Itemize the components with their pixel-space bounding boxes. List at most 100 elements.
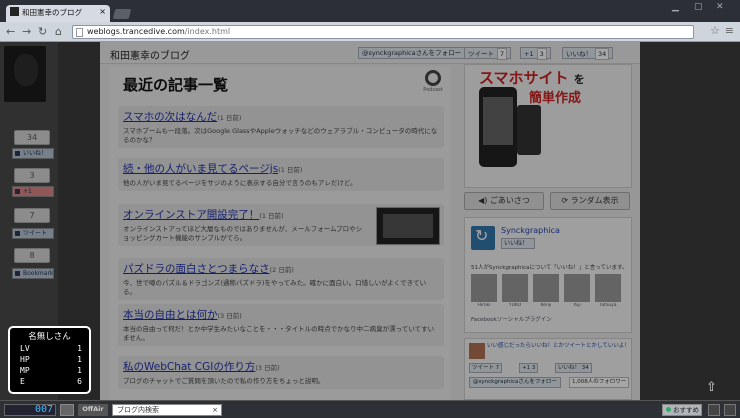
post-title-link[interactable]: オンラインストア開設完了！ xyxy=(123,209,259,221)
ad-line2: 簡単作成 xyxy=(529,91,582,106)
wrench-menu-icon[interactable]: ≡ xyxy=(725,24,734,37)
post-summary: 今、世で噂のパズル＆ドラゴンズ(通称パズドラ)をやってみた。確かに面白い。口惜し… xyxy=(123,279,427,296)
like-button[interactable]: いいね！ xyxy=(12,148,54,159)
friend-name: Yuji xyxy=(573,303,581,308)
stat-key: E xyxy=(20,377,25,386)
stat-row: HP 1 xyxy=(20,355,82,364)
address-bar[interactable]: weblogs.trancedive.com/index.html xyxy=(72,25,694,39)
bottom-status-bar: 007 OffAir ブログ内検索 × おすすめ xyxy=(0,400,740,418)
friend-name: YUKO xyxy=(508,303,522,308)
tab-bar: 和田憲幸のブログ × ▁ ▢ ✕ xyxy=(0,0,740,22)
new-tab-button[interactable] xyxy=(112,9,132,19)
speaker-icon: ◀) xyxy=(478,196,488,205)
recommend-button[interactable]: おすすめ xyxy=(662,404,702,416)
podcast-icon[interactable]: Podcast xyxy=(415,70,451,94)
offair-button[interactable]: OffAir xyxy=(78,404,108,416)
friend-avatar[interactable] xyxy=(502,274,528,302)
share-like-count: 34 xyxy=(581,365,589,371)
header-like-label: いいね！ xyxy=(566,50,592,58)
home-icon[interactable]: ⌂ xyxy=(55,25,62,38)
facebook-like-box: Synckgraphica いいね！ 51人がSynckgraphicaについて… xyxy=(464,217,632,333)
header-tweet-button[interactable]: ツイート 7 xyxy=(464,47,512,60)
fb-like-button[interactable]: いいね！ xyxy=(501,238,535,249)
bookmark-count: 8 xyxy=(14,248,50,263)
post-thumbnail[interactable] xyxy=(376,207,440,245)
plusone-button[interactable]: +1 xyxy=(12,186,54,197)
friend-avatar[interactable] xyxy=(564,274,590,302)
post-title-link[interactable]: パズドラの面白さとつまらなさ xyxy=(123,263,270,275)
site-title[interactable]: 和田憲幸のブログ xyxy=(110,47,190,62)
share-plusone-label: +1 xyxy=(522,365,531,371)
like-count: 34 xyxy=(14,130,50,145)
bookmark-button[interactable]: Bookmark xyxy=(12,268,54,279)
post-item: 続・他の人がいま見てるページjs(1 日前) 他の人がいま見てるページをサジのよ… xyxy=(118,158,444,191)
url-host: weblogs.trancedive.com xyxy=(87,27,185,36)
share-plusone-button[interactable]: +1 3 xyxy=(519,363,539,373)
share-like-button[interactable]: いいね！ 34 xyxy=(555,363,592,373)
share-tweet-button[interactable]: ツイート 7 xyxy=(469,363,503,373)
smartphone-site-ad[interactable]: スマホサイト を 簡単作成 xyxy=(464,64,632,188)
minimize-icon[interactable]: ▁ xyxy=(672,2,679,15)
phone-image xyxy=(479,87,517,167)
stat-value: 1 xyxy=(77,355,82,364)
share-like-label: いいね！ xyxy=(558,365,581,371)
fb-plugin-label[interactable]: Facebookソーシャルプラグイン xyxy=(471,315,552,323)
friend-avatar[interactable] xyxy=(595,274,621,302)
twitter-follow-button[interactable]: @synckgraphicaさんをフォロー xyxy=(469,377,561,388)
blog-search-input[interactable]: ブログ内検索 × xyxy=(112,404,222,416)
stat-key: LV xyxy=(20,344,30,353)
friend-name: Hiroki xyxy=(477,303,491,308)
header-like-button[interactable]: いいね！ 34 xyxy=(562,47,614,60)
post-title-link[interactable]: スマホの次はなんだ xyxy=(123,111,217,123)
tweet-button[interactable]: ツイート xyxy=(12,228,54,239)
recent-posts-section: 最近の記事一覧 Podcast スマホの次はなんだ(1 日前) スマホブームも一… xyxy=(110,66,450,400)
maximize-icon[interactable]: ▢ xyxy=(694,2,703,15)
tab-close-icon[interactable]: × xyxy=(99,7,106,16)
stat-value: 1 xyxy=(77,366,82,375)
synckgraphica-logo-icon[interactable] xyxy=(471,226,495,250)
post-summary: スマホブームも一段落。次はGoogle GlassやAppleウォッチなどのウェ… xyxy=(123,127,438,144)
greeting-button[interactable]: ◀) ごあいさつ xyxy=(464,192,544,210)
ad-line1: スマホサイト xyxy=(479,69,569,87)
header-plusone-button[interactable]: +1 3 xyxy=(520,47,551,60)
friend-name: Tatsuya xyxy=(599,303,617,308)
post-title-link[interactable]: 続・他の人がいま見てるページjs xyxy=(123,163,278,175)
fb-friends: Hiroki YUKO Kenji Yuji Tatsuya xyxy=(471,274,627,308)
post-item: パズドラの面白さとつまらなさ(2 日前) 今、世で噂のパズル＆ドラゴンズ(通称パ… xyxy=(118,258,444,300)
search-placeholder: ブログ内検索 xyxy=(117,406,159,414)
post-item: スマホの次はなんだ(1 日前) スマホブームも一段落。次はGoogle Glas… xyxy=(118,106,444,148)
stat-value: 1 xyxy=(77,344,82,353)
friend-avatar[interactable] xyxy=(471,274,497,302)
page-title: 最近の記事一覧 xyxy=(123,76,229,94)
share-box: いい感じだったらいいね！とかツイートとかしていいよ！ ツイート 7 +1 3 い… xyxy=(464,338,632,400)
header-like-count: 34 xyxy=(595,48,610,60)
scroll-top-icon[interactable]: ⇧ xyxy=(706,380,717,395)
stat-row: LV 1 xyxy=(20,344,82,353)
random-button[interactable]: ⟳ ランダム表示 xyxy=(550,192,630,210)
back-arrow-icon[interactable]: ← xyxy=(6,25,15,38)
post-summary: 他の人がいま見てるページをサジのように表示する自分で言うのもアレだけど。 xyxy=(123,179,357,187)
greeting-button-label: ごあいさつ xyxy=(489,196,530,205)
forward-arrow-icon[interactable]: → xyxy=(22,25,31,38)
podcast-label: Podcast xyxy=(423,87,443,93)
menu-icon[interactable] xyxy=(60,404,74,416)
bookmark-star-icon[interactable]: ☆ xyxy=(710,24,720,37)
settings-icon[interactable] xyxy=(708,404,720,416)
phone-image-secondary xyxy=(517,105,541,155)
player-name: 名無しさん xyxy=(28,332,71,342)
browser-tab[interactable]: 和田憲幸のブログ × xyxy=(6,5,110,22)
fullscreen-icon[interactable] xyxy=(724,404,736,416)
post-date: (2 日前) xyxy=(269,266,294,274)
close-window-icon[interactable]: ✕ xyxy=(716,2,724,15)
search-clear-icon[interactable]: × xyxy=(212,405,218,415)
status-window: 名無しさん LV 1 HP 1 MP 1 E6 xyxy=(8,326,91,394)
post-title-link[interactable]: 本当の自由とは何か xyxy=(123,309,218,321)
reload-icon[interactable]: ↻ xyxy=(38,25,47,38)
visitor-counter: 007 xyxy=(4,404,56,416)
friend-avatar[interactable] xyxy=(533,274,559,302)
follow-button[interactable]: @synckgraphicaさんをフォロー xyxy=(358,47,466,59)
fb-page-name[interactable]: Synckgraphica xyxy=(501,226,560,235)
twitter-follower-count: 1,008人のフォロワー xyxy=(569,377,630,388)
post-title-link[interactable]: 私のWebChat CGIの作り方 xyxy=(123,361,255,373)
share-tweet-count: 7 xyxy=(495,365,500,371)
